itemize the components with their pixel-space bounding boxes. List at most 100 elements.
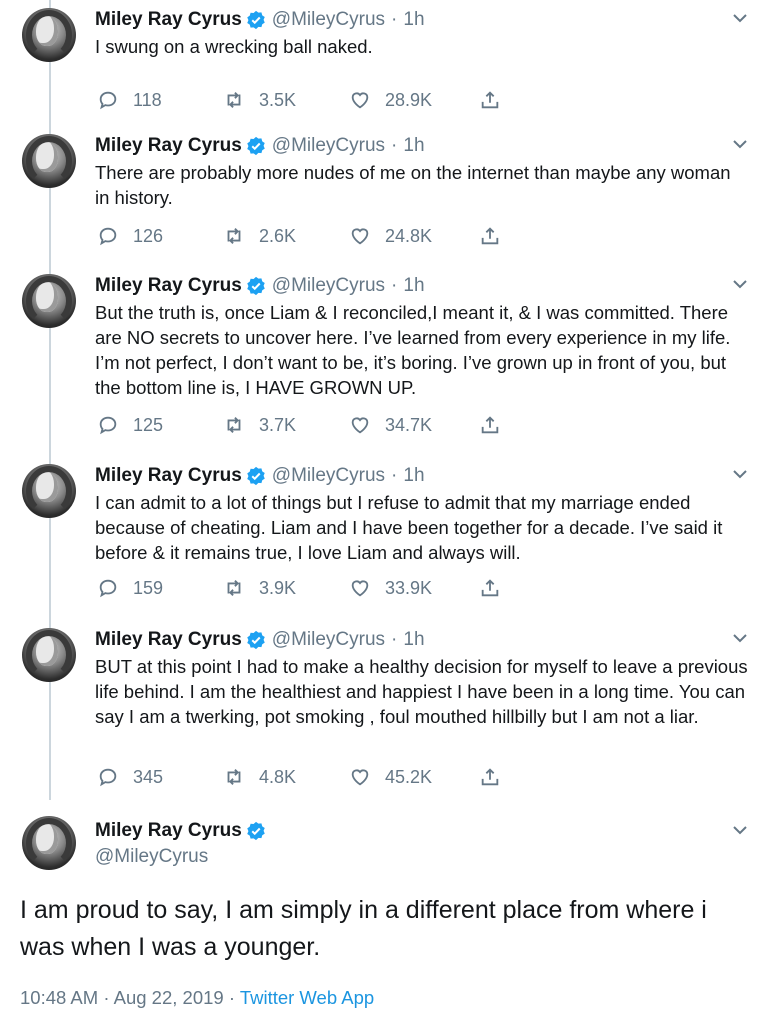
tweet-header: Miley Ray Cyrus @MileyCyrus · 1h bbox=[95, 274, 425, 298]
like-button[interactable]: 34.7K bbox=[349, 414, 479, 436]
separator-dot: · bbox=[391, 9, 398, 30]
handle[interactable]: @MileyCyrus bbox=[272, 275, 385, 297]
timestamp[interactable]: 1h bbox=[403, 275, 424, 297]
avatar[interactable] bbox=[22, 464, 76, 518]
separator-dot: · bbox=[391, 629, 398, 650]
tweet-text: There are probably more nudes of me on t… bbox=[95, 162, 731, 208]
avatar[interactable] bbox=[22, 8, 76, 62]
verified-badge-icon bbox=[247, 821, 265, 841]
chevron-down-icon[interactable] bbox=[732, 824, 748, 836]
reply-button[interactable]: 159 bbox=[97, 577, 223, 599]
tweet-time[interactable]: 10:48 AM bbox=[20, 987, 98, 1008]
display-name[interactable]: Miley Ray Cyrus bbox=[95, 9, 242, 31]
reply-button[interactable]: 118 bbox=[97, 89, 223, 111]
retweet-button[interactable]: 3.7K bbox=[223, 414, 349, 436]
tweet-text: But the truth is, once Liam & I reconcil… bbox=[95, 302, 731, 398]
verified-badge-icon bbox=[247, 630, 265, 650]
retweet-icon bbox=[227, 769, 241, 785]
like-button[interactable]: 24.8K bbox=[349, 225, 479, 247]
chevron-down-icon[interactable] bbox=[732, 278, 748, 290]
reply-button[interactable]: 125 bbox=[97, 414, 223, 436]
retweet-button[interactable]: 2.6K bbox=[223, 225, 349, 247]
retweet-icon bbox=[227, 580, 241, 596]
handle[interactable]: @MileyCyrus bbox=[95, 846, 272, 868]
timestamp[interactable]: 1h bbox=[403, 135, 424, 157]
reply-count: 159 bbox=[133, 577, 164, 598]
like-icon bbox=[351, 228, 369, 245]
handle[interactable]: @MileyCyrus bbox=[272, 629, 385, 651]
share-button[interactable] bbox=[479, 89, 501, 111]
like-icon bbox=[351, 769, 369, 786]
reply-button[interactable]: 126 bbox=[97, 225, 223, 247]
display-name[interactable]: Miley Ray Cyrus bbox=[95, 820, 242, 842]
display-name[interactable]: Miley Ray Cyrus bbox=[95, 629, 242, 651]
verified-badge-icon bbox=[247, 276, 265, 296]
reply-button[interactable]: 345 bbox=[97, 766, 223, 788]
avatar[interactable] bbox=[22, 134, 76, 188]
handle[interactable]: @MileyCyrus bbox=[272, 9, 385, 31]
share-icon bbox=[481, 768, 499, 786]
verified-badge-icon bbox=[247, 10, 265, 30]
share-icon bbox=[481, 416, 499, 434]
tweet-header: Miley Ray Cyrus @MileyCyrus · 1h bbox=[95, 8, 425, 32]
like-count: 34.7K bbox=[385, 414, 433, 435]
like-button[interactable]: 33.9K bbox=[349, 577, 479, 599]
chevron-down-icon[interactable] bbox=[732, 138, 748, 150]
tweet-actions: 118 3.5K 28.9K bbox=[97, 88, 501, 112]
timestamp[interactable]: 1h bbox=[403, 465, 424, 487]
avatar[interactable] bbox=[22, 628, 76, 682]
tweet-text: I can admit to a lot of things but I ref… bbox=[95, 492, 723, 563]
tweet-actions: 345 4.8K 45.2K bbox=[97, 765, 501, 789]
tweet-date[interactable]: Aug 22, 2019 bbox=[114, 987, 224, 1008]
handle[interactable]: @MileyCyrus bbox=[272, 465, 385, 487]
retweet-count: 3.7K bbox=[259, 414, 297, 435]
share-icon bbox=[481, 579, 499, 597]
separator-dot: · bbox=[391, 465, 398, 486]
share-button[interactable] bbox=[479, 414, 501, 436]
display-name[interactable]: Miley Ray Cyrus bbox=[95, 465, 242, 487]
chevron-down-icon[interactable] bbox=[732, 632, 748, 644]
retweet-count: 4.8K bbox=[259, 766, 297, 787]
share-button[interactable] bbox=[479, 225, 501, 247]
like-count: 45.2K bbox=[385, 766, 433, 787]
timestamp[interactable]: 1h bbox=[403, 9, 424, 31]
reply-count: 125 bbox=[133, 414, 164, 435]
handle[interactable]: @MileyCyrus bbox=[272, 135, 385, 157]
retweet-count: 3.9K bbox=[259, 577, 297, 598]
retweet-icon bbox=[227, 228, 241, 244]
like-icon bbox=[351, 417, 369, 434]
reply-icon bbox=[99, 227, 117, 246]
retweet-button[interactable]: 3.9K bbox=[223, 577, 349, 599]
retweet-button[interactable]: 3.5K bbox=[223, 89, 349, 111]
source-app-link[interactable]: Twitter Web App bbox=[240, 987, 374, 1008]
like-button[interactable]: 45.2K bbox=[349, 766, 479, 788]
like-icon bbox=[351, 580, 369, 597]
chevron-down-icon[interactable] bbox=[732, 468, 748, 480]
display-name[interactable]: Miley Ray Cyrus bbox=[95, 275, 242, 297]
like-count: 33.9K bbox=[385, 577, 433, 598]
like-button[interactable]: 28.9K bbox=[349, 89, 479, 111]
tweet-text: I swung on a wrecking ball naked. bbox=[95, 36, 373, 57]
separator-dot: · bbox=[391, 135, 398, 156]
chevron-down-icon[interactable] bbox=[732, 12, 748, 24]
share-button[interactable] bbox=[479, 577, 501, 599]
reply-icon bbox=[99, 579, 117, 598]
avatar[interactable] bbox=[22, 816, 76, 870]
reply-count: 118 bbox=[133, 89, 162, 110]
tweet-header: Miley Ray Cyrus @MileyCyrus · 1h bbox=[95, 628, 425, 652]
share-button[interactable] bbox=[479, 766, 501, 788]
separator-dot: · bbox=[228, 987, 235, 1008]
tweet-actions: 125 3.7K 34.7K bbox=[97, 413, 501, 437]
retweet-count: 3.5K bbox=[259, 89, 297, 110]
share-icon bbox=[481, 91, 499, 109]
timestamp[interactable]: 1h bbox=[403, 629, 424, 651]
display-name[interactable]: Miley Ray Cyrus bbox=[95, 135, 242, 157]
verified-badge-icon bbox=[247, 136, 265, 156]
retweet-button[interactable]: 4.8K bbox=[223, 766, 349, 788]
display-name-row: Miley Ray Cyrus bbox=[95, 820, 272, 842]
reply-count: 345 bbox=[133, 766, 164, 787]
verified-badge-icon bbox=[247, 466, 265, 486]
share-icon bbox=[481, 227, 499, 245]
avatar[interactable] bbox=[22, 274, 76, 328]
reply-icon bbox=[99, 768, 117, 787]
